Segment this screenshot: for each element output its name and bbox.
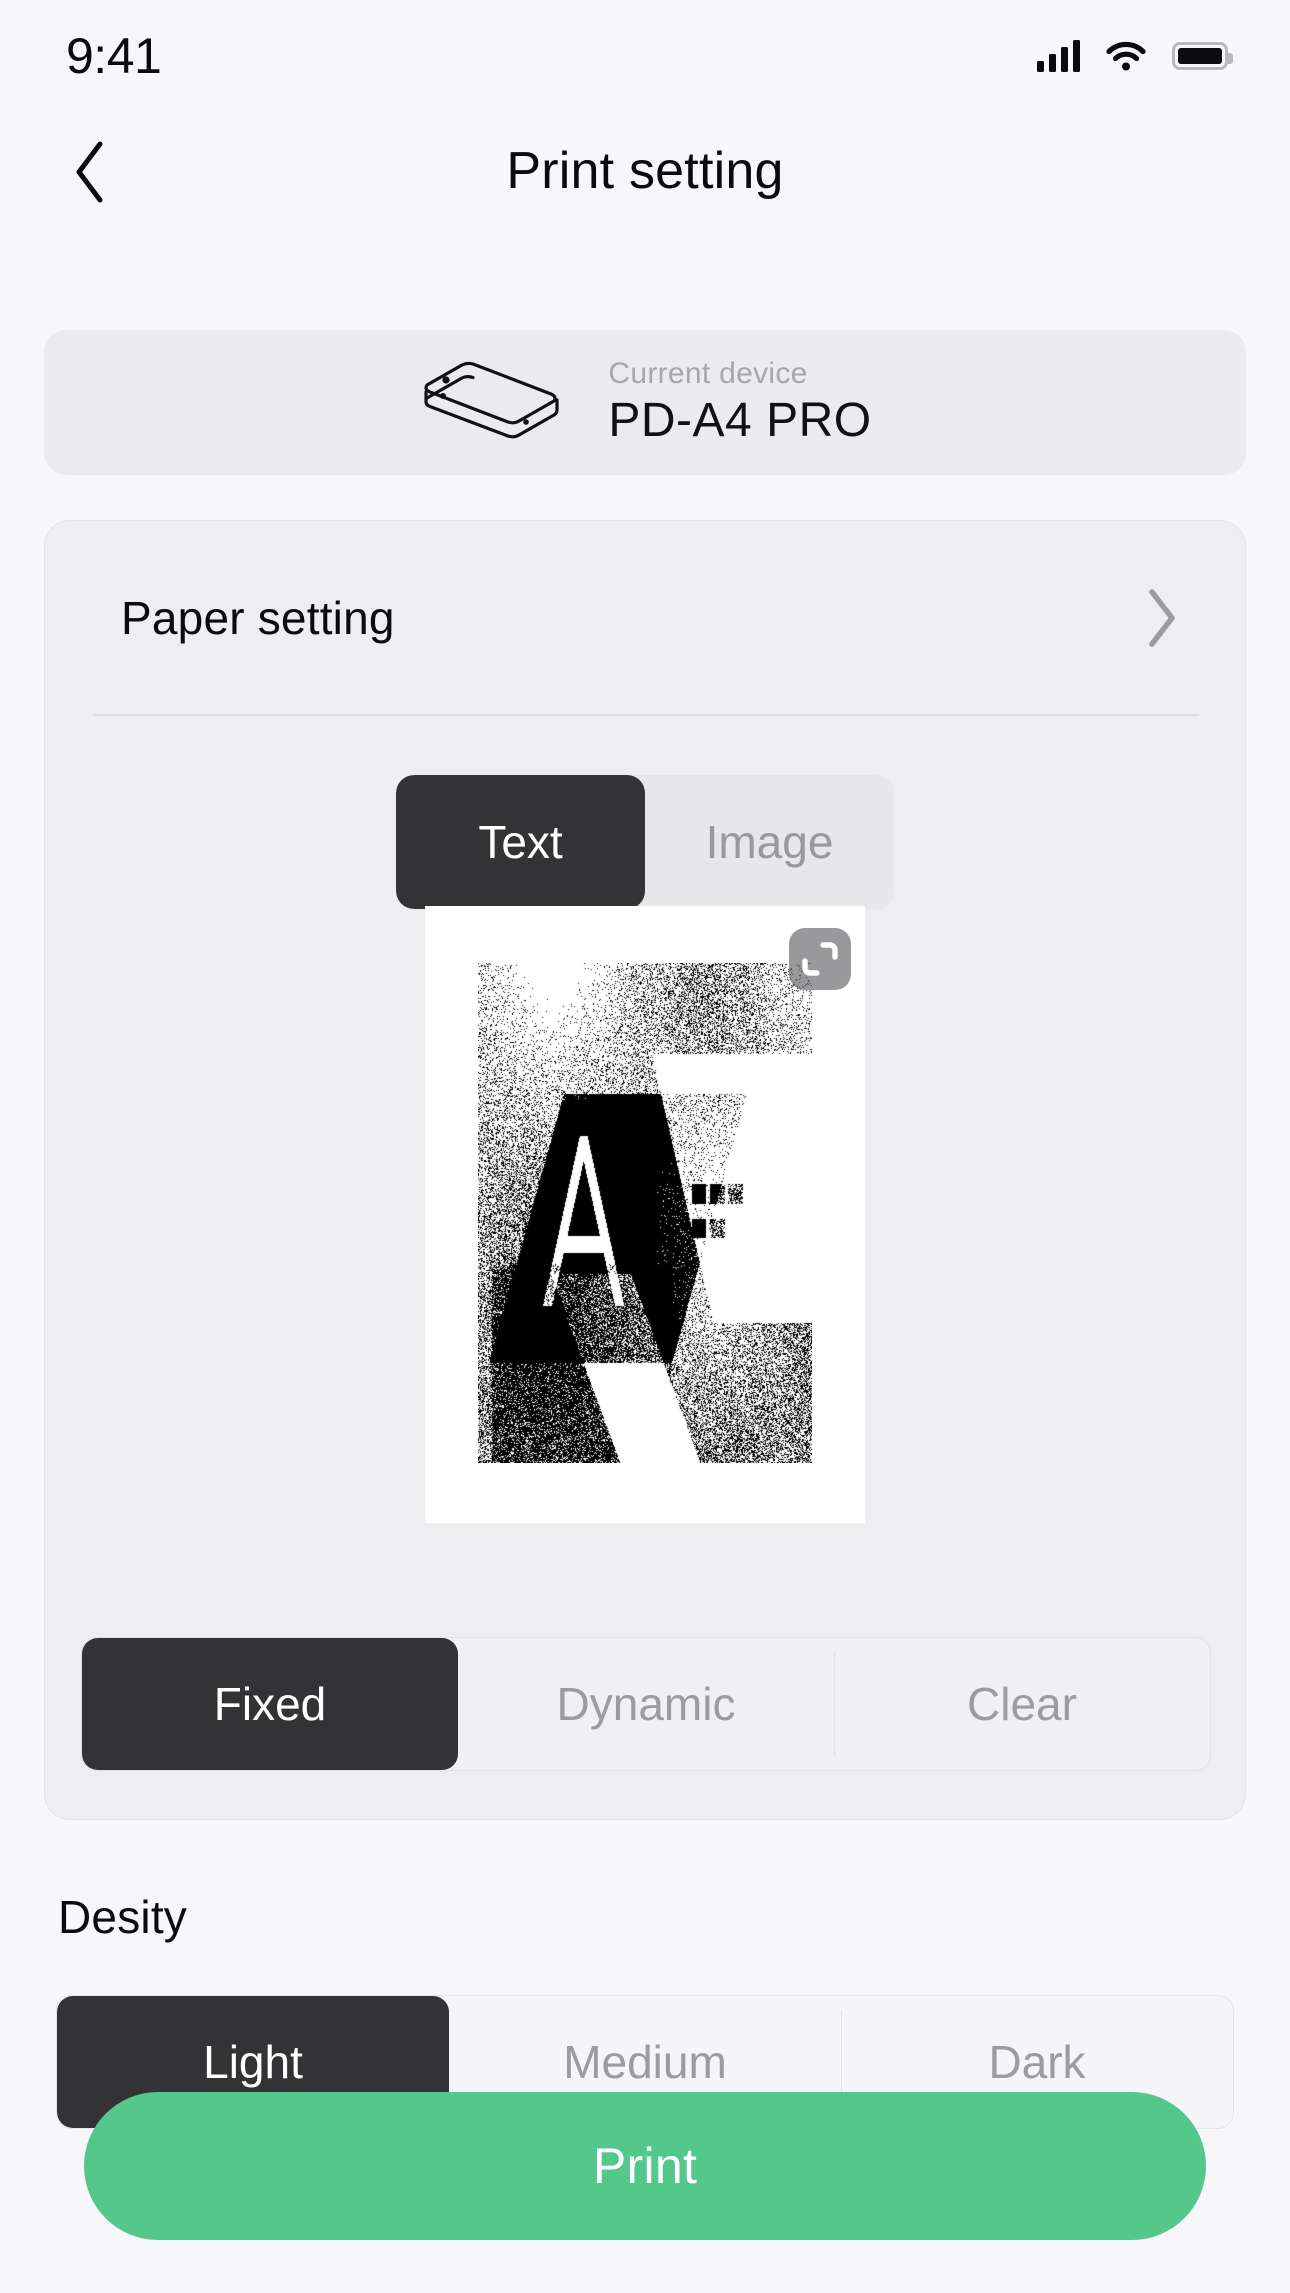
status-icons (1037, 40, 1233, 72)
print-button[interactable]: Print (84, 2092, 1206, 2240)
wifi-icon (1106, 41, 1146, 71)
paper-setting-label: Paper setting (121, 591, 395, 644)
print-setting-screen: 9:41 Print setting Current device PD-A4 … (0, 0, 1290, 2293)
printer-device-icon (424, 361, 559, 438)
tab-fixed[interactable]: Fixed (82, 1638, 458, 1770)
tab-dynamic[interactable]: Dynamic (458, 1638, 834, 1770)
settings-card: Paper setting Text Image Fixed Dynamic C… (44, 520, 1246, 1820)
device-text-group: Current device PD-A4 PRO (608, 355, 871, 450)
device-label: Current device (608, 356, 808, 390)
current-device-card[interactable]: Current device PD-A4 PRO (44, 330, 1246, 475)
page-title: Print setting (506, 142, 784, 200)
tab-clear[interactable]: Clear (834, 1638, 1210, 1770)
cellular-signal-icon (1037, 40, 1080, 72)
paper-setting-row[interactable]: Paper setting (45, 521, 1245, 714)
crop-button[interactable] (789, 928, 851, 990)
dither-segmented-control: Fixed Dynamic Clear (81, 1637, 1211, 1771)
status-time: 9:41 (66, 28, 162, 84)
paper-setting-divider (93, 714, 1199, 716)
tab-image[interactable]: Image (645, 775, 894, 909)
device-name: PD-A4 PRO (608, 394, 872, 448)
battery-icon (1172, 42, 1233, 70)
status-bar: 9:41 (0, 0, 1290, 112)
chevron-right-icon (1149, 588, 1175, 647)
preview-dithered-image (478, 963, 812, 1463)
mode-segmented-control: Text Image (396, 775, 894, 909)
print-preview[interactable] (425, 906, 865, 1523)
crop-icon (802, 942, 838, 976)
page-header: Print setting (0, 112, 1290, 230)
tab-text[interactable]: Text (396, 775, 645, 909)
density-title: Desity (58, 1891, 188, 1943)
